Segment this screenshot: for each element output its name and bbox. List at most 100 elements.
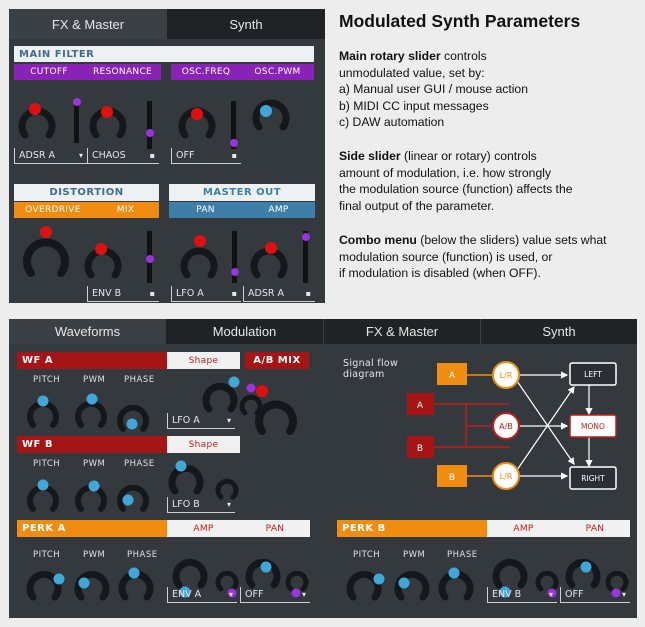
svg-text:RIGHT: RIGHT — [581, 474, 605, 483]
tab-synth[interactable]: Synth — [480, 319, 637, 344]
flow-node-b-red: B — [407, 436, 434, 458]
perk-a-pwm-knob[interactable] — [74, 570, 110, 601]
tab-modulation[interactable]: Modulation — [166, 319, 323, 344]
perk-b-pan-knob[interactable] — [565, 558, 601, 589]
flow-right-output: RIGHT — [569, 466, 617, 490]
resonance-knob[interactable] — [89, 106, 127, 139]
description-paragraph-2: Side slider (linear or rotary) controls … — [339, 149, 573, 213]
wf-b-phase-knob[interactable] — [117, 484, 149, 512]
osc-freq-label: OSC.FREQ — [171, 64, 241, 80]
fx-controls[interactable] — [9, 217, 325, 287]
dropdown-arrow-icon: ▾ — [226, 500, 231, 509]
perk-b-amp-combo[interactable]: ENV B ▾ — [487, 587, 557, 603]
svg-text:A: A — [449, 371, 456, 381]
perk-a-pan-combo[interactable]: OFF ▾ — [240, 587, 310, 603]
perk-b-pan-label: PAN — [560, 520, 630, 537]
amp-label: AMP — [242, 202, 315, 218]
svg-text:A/B: A/B — [499, 422, 513, 431]
top-panel: FX & Master Synth MAIN FILTER CUTOFF RES… — [9, 9, 325, 303]
main-filter-header: MAIN FILTER — [14, 46, 314, 62]
ab-mix-header: A/B MIX — [245, 352, 309, 369]
amp-mod-slider[interactable] — [302, 231, 310, 283]
tab-waveforms[interactable]: Waveforms — [9, 319, 166, 344]
osc-freq-knob[interactable] — [178, 107, 216, 139]
signal-flow-diagram: A A B B L/R A/B L/R LEFT MONO RIGHT — [407, 361, 617, 490]
pan-mod-combo[interactable]: LFO A ▪ — [171, 286, 241, 302]
resonance-label: RESONANCE — [84, 64, 161, 80]
flow-node-b-orange: B — [437, 465, 467, 487]
cutoff-mod-combo[interactable]: ADSR A ▾ — [14, 148, 87, 164]
description-paragraph-1: Main rotary slider controls unmodulated … — [339, 49, 528, 130]
cutoff-mod-slider[interactable] — [73, 98, 81, 143]
mix-label: MIX — [92, 202, 159, 218]
wf-b-shape-knob[interactable] — [168, 460, 204, 495]
description-paragraph-3: Combo menu (below the sliders) value set… — [339, 233, 607, 281]
perk-a-pan-knob[interactable] — [245, 558, 281, 589]
mix-mod-slider[interactable] — [146, 231, 154, 283]
dropdown-arrow-icon: ▪ — [231, 151, 237, 160]
dropdown-arrow-icon: ▾ — [301, 590, 306, 599]
wf-a-pitch-knob[interactable] — [27, 395, 59, 428]
dropdown-arrow-icon: ▪ — [305, 289, 311, 298]
overdrive-label: OVERDRIVE — [14, 202, 92, 218]
perk-a-pitch-knob[interactable] — [26, 570, 65, 601]
perk-a-phase-knob[interactable] — [118, 567, 154, 601]
flow-mono-output: MONO — [569, 414, 617, 438]
cutoff-label: CUTOFF — [14, 64, 84, 80]
dropdown-arrow-icon: ▾ — [78, 151, 83, 160]
svg-text:B: B — [449, 473, 455, 483]
dropdown-arrow-icon: ▪ — [149, 289, 155, 298]
overdrive-knob[interactable] — [23, 226, 69, 277]
wf-a-shape-label: Shape — [167, 352, 240, 369]
osc-pwm-knob[interactable] — [252, 99, 290, 131]
amp-mod-combo[interactable]: ADSR A ▪ — [243, 286, 315, 302]
wf-b-shape-combo[interactable]: LFO B ▾ — [167, 497, 235, 513]
cutoff-knob[interactable] — [18, 103, 56, 139]
bottom-panel: Waveforms Modulation FX & Master Synth W… — [9, 319, 637, 618]
perk-a-header: PERK A — [17, 520, 167, 537]
svg-text:A: A — [417, 401, 424, 411]
mix-mod-combo[interactable]: ENV B ▪ — [87, 286, 159, 302]
osc-freq-mod-slider[interactable] — [230, 101, 238, 149]
svg-text:MONO: MONO — [581, 422, 605, 431]
dropdown-arrow-icon: ▪ — [231, 289, 237, 298]
resonance-mod-combo[interactable]: CHAOS ▪ — [87, 148, 159, 164]
osc-freq-mod-combo[interactable]: OFF ▪ — [171, 148, 241, 164]
perk-b-phase-knob[interactable] — [438, 567, 474, 601]
resonance-mod-slider[interactable] — [146, 101, 154, 149]
wf-b-pitch-knob[interactable] — [27, 479, 59, 512]
tab-fx-master[interactable]: FX & Master — [323, 319, 480, 344]
svg-text:L/R: L/R — [500, 371, 513, 380]
perk-b-pitch-knob[interactable] — [346, 570, 385, 601]
mix-knob[interactable] — [84, 243, 122, 279]
wf-a-shape-combo[interactable]: LFO A ▾ — [167, 413, 235, 429]
master-out-header: MASTER OUT — [169, 184, 315, 201]
svg-text:LEFT: LEFT — [584, 370, 602, 379]
pan-knob[interactable] — [180, 235, 218, 279]
dropdown-arrow-icon: ▪ — [149, 151, 155, 160]
wf-a-shape-knob[interactable] — [202, 376, 240, 413]
perk-a-pan-label: PAN — [240, 520, 310, 537]
wf-b-shape-mod-knob[interactable] — [215, 478, 239, 500]
tab-fx-master[interactable]: FX & Master — [9, 9, 167, 39]
ab-mix-knob[interactable] — [255, 385, 297, 435]
pan-mod-slider[interactable] — [231, 231, 239, 283]
flow-node-a-orange: A — [437, 363, 467, 385]
perk-a-amp-combo[interactable]: ENV A ▾ — [167, 587, 237, 603]
flow-left-output: LEFT — [569, 362, 617, 386]
wf-a-header: WF A — [17, 352, 167, 369]
flow-node-a-red: A — [407, 393, 434, 415]
wf-a-pwm-knob[interactable] — [75, 393, 107, 428]
perk-a-amp-label: AMP — [167, 520, 240, 537]
amp-knob[interactable] — [250, 242, 288, 279]
dropdown-arrow-icon: ▾ — [226, 416, 231, 425]
perk-b-pwm-knob[interactable] — [394, 570, 430, 601]
perk-b-pan-combo[interactable]: OFF ▾ — [560, 587, 630, 603]
distortion-header: DISTORTION — [14, 184, 159, 201]
tab-synth[interactable]: Synth — [167, 9, 325, 39]
description-heading: Modulated Synth Parameters — [339, 11, 581, 31]
wf-a-phase-knob[interactable] — [117, 404, 149, 432]
main-filter-controls[interactable] — [9, 79, 325, 149]
wf-b-pwm-knob[interactable] — [75, 480, 107, 512]
flow-ab-mid: A/B — [492, 412, 520, 440]
